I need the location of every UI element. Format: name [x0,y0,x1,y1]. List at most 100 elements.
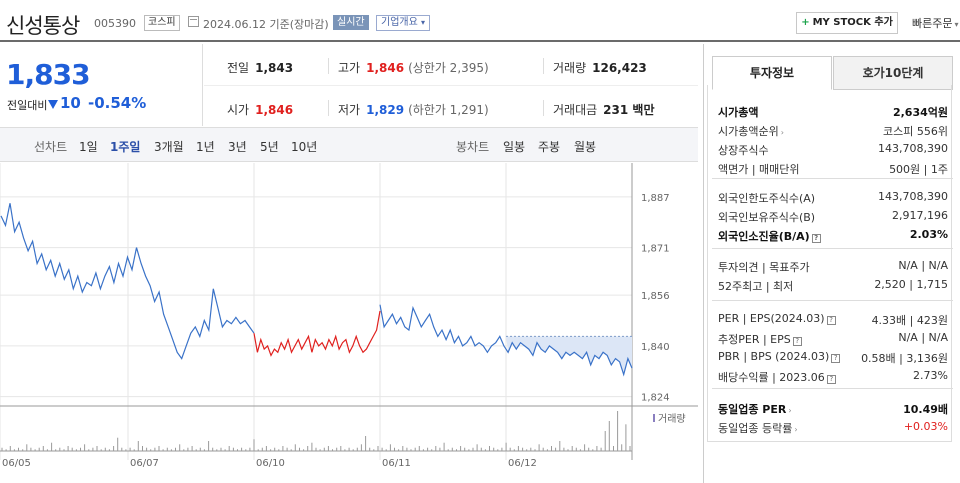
chevron-right-icon[interactable]: › [788,406,791,415]
invest-value: 0.58배 | 3,136원 [861,352,948,365]
help-icon[interactable]: ? [811,234,821,243]
invest-key: 외국인소진율(B/A)? [718,228,821,244]
x-tick-label: 06/11 [382,458,411,469]
invest-row: 외국인보유주식수(B) 2,917,196 [718,209,948,228]
invest-row: 동일업종 등락률 › +0.03% [718,420,948,439]
tab-invest-info[interactable]: 투자정보 [712,56,832,90]
volume-label: 거래량 [658,413,686,425]
stat-value: 231 백만 [603,103,655,117]
help-icon[interactable]: ? [826,375,836,384]
stat-label: 거래량 [553,61,587,75]
invest-value: +0.03% [903,420,948,433]
mystock-label: MY STOCK 추가 [812,17,893,28]
divider [543,58,544,74]
candle-chart-title: 봉차트 [456,140,490,154]
below-prev-area [506,336,632,375]
stat-label: 전일 [227,61,250,75]
invest-key: 52주최고 | 최저 [718,280,794,293]
stat-label: 저가 [338,103,361,117]
tab-1y[interactable]: 1년 [196,138,215,155]
invest-value: 2,917,196 [892,209,948,222]
divider [328,58,329,74]
tab-orderbook[interactable]: 호가10단계 [833,56,953,90]
market-badge: 코스피 [144,15,180,31]
x-tick-label: 06/07 [130,458,159,469]
stat-label: 거래대금 [553,103,598,117]
group-divider [712,248,953,249]
price-box: 1,833 전일대비 10 -0.54% [0,44,203,126]
group-divider [712,300,953,301]
invest-row: 동일업종 PER › 10.49배 [718,401,948,420]
invest-row: 액면가 | 매매단위 500원 | 1주 [718,161,948,180]
invest-key: 외국인한도주식수(A) [718,192,816,205]
invest-row: 상장주식수 143,708,390 [718,142,948,161]
stat-value: 126,423 [592,61,647,75]
invest-value: 2,520 | 1,715 [874,278,948,291]
lower-limit: (하한가 1,291) [408,103,489,117]
invest-tabs: 투자정보 호가10단계 [712,56,953,90]
invest-value: 143,708,390 [878,190,948,203]
down-triangle-icon [48,100,58,109]
y-tick-label: 1,887 [641,193,670,204]
invest-value: 2,634억원 [892,106,948,119]
tab-daily[interactable]: 일봉 [503,138,525,155]
invest-key: PBR | BPS (2024.03)? [718,350,841,363]
current-price: 1,833 [6,58,91,91]
invest-row: 시가총액순위 › 코스피 556위 [718,123,948,142]
base-date: 2024.06.12 기준(장마감) [203,18,329,31]
invest-key: PER | EPS(2024.03)? [718,312,836,325]
chevron-down-icon: ▾ [954,20,959,29]
tab-3m[interactable]: 3개월 [154,138,184,155]
line-chart-title: 선차트 [34,140,68,154]
upper-limit: (상한가 2,395) [408,61,489,75]
row-divider [204,85,698,86]
stat-open: 시가 1,846 [227,101,293,118]
invest-panel: 투자정보 호가10단계 시가총액 2,634억원시가총액순위 › 코스피 556위 상장… [703,44,960,483]
invest-key: 액면가 | 매매단위 [718,163,800,176]
quick-order-button[interactable]: 빠른주문 ▾ [912,15,959,31]
stat-label: 고가 [338,61,361,75]
stat-value: 1,846 [255,103,294,117]
plus-icon: + [801,17,810,28]
tab-1w[interactable]: 1주일 [110,138,140,155]
chevron-down-icon: ▾ [421,18,426,27]
invest-row: 투자의견 | 목표주가 N/A | N/A [718,259,948,278]
price-series-line [253,310,381,357]
change-label: 전일대비 [7,99,48,112]
y-tick-label: 1,871 [641,244,670,255]
invest-key: 동일업종 PER [718,403,787,416]
stat-value: 1,846 [366,61,405,75]
realtime-button[interactable]: 실시간 [333,15,369,30]
stat-prev: 전일 1,843 [227,59,293,76]
invest-row: 외국인소진율(B/A)? 2.03% [718,228,948,247]
tab-10y[interactable]: 10년 [291,138,317,155]
invest-key-wrap: 시가총액순위 › [718,123,784,139]
change-value: 10 [60,94,81,112]
invest-value: 10.49배 [903,403,948,416]
stat-label: 시가 [227,103,250,117]
stat-amount: 거래대금 231 백만 [553,101,654,118]
invest-key: 배당수익률 | 2023.06? [718,369,836,385]
help-icon[interactable]: ? [826,316,836,325]
mystock-add-button[interactable]: + MY STOCK 추가 [796,12,898,34]
invest-key: 시가총액 [718,106,759,119]
price-chart[interactable]: 1,887 1,871 1,856 1,840 1,824 거래량 06/05 06/07 06… [0,163,698,483]
help-icon[interactable]: ? [831,354,841,363]
chevron-right-icon[interactable]: › [794,425,797,434]
tab-weekly[interactable]: 주봉 [538,138,560,155]
tab-monthly[interactable]: 월봉 [574,138,596,155]
tab-5y[interactable]: 5년 [260,138,279,155]
tab-1d[interactable]: 1일 [79,138,98,155]
corp-overview-dropdown[interactable]: 기업개요 ▾ [376,15,431,31]
stock-name: 신성통상 [6,14,80,38]
stat-high: 고가 1,846 (상한가 2,395) [338,59,489,76]
x-tick-label: 06/05 [2,458,31,469]
stat-value: 1,843 [255,61,294,75]
quick-order-label: 빠른주문 [912,17,953,30]
divider [328,100,329,116]
stock-header: 신성통상 005390 코스피 2024.06.12 기준(장마감) 실시간 기… [0,0,960,42]
chevron-right-icon[interactable]: › [781,128,784,137]
tab-3y[interactable]: 3년 [228,138,247,155]
help-icon[interactable]: ? [792,337,802,346]
invest-value: 4.33배 | 423원 [871,314,948,327]
